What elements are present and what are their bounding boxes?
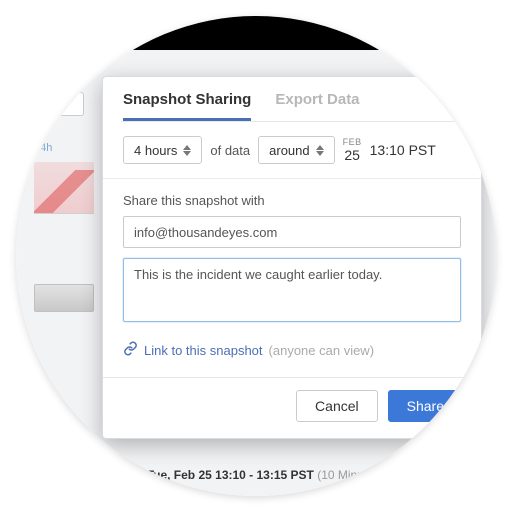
tab-snapshot-sharing[interactable]: Snapshot Sharing bbox=[123, 91, 251, 121]
link-visibility-hint: (anyone can view) bbox=[269, 343, 375, 358]
share-button[interactable]: Share bbox=[388, 390, 463, 422]
section-divider bbox=[103, 178, 481, 179]
duration-select[interactable]: 4 hours bbox=[123, 136, 202, 164]
window-minimize-icon[interactable] bbox=[448, 27, 460, 39]
of-data-text: of data bbox=[210, 143, 250, 158]
cancel-button[interactable]: Cancel bbox=[296, 390, 378, 422]
share-with-label: Share this snapshot with bbox=[123, 193, 461, 208]
date-cell: FEB 25 bbox=[343, 138, 362, 162]
position-select[interactable]: around bbox=[258, 136, 334, 164]
tab-export-data[interactable]: Export Data bbox=[275, 91, 359, 121]
share-link-row: Link to this snapshot (anyone can view) bbox=[123, 341, 461, 359]
tab-divider bbox=[121, 121, 463, 122]
time-selection-row: 4 hours of data around FEB 25 13:10 PST bbox=[123, 136, 461, 164]
modal-footer: Cancel Share bbox=[103, 377, 481, 438]
window-close-icon[interactable] bbox=[428, 27, 440, 39]
window-zoom-icon[interactable] bbox=[468, 27, 480, 39]
metric-select[interactable]: Loss bbox=[34, 92, 84, 116]
modal-tabs: Snapshot Sharing Export Data bbox=[103, 77, 481, 121]
link-icon bbox=[123, 341, 138, 359]
share-email-input[interactable] bbox=[123, 216, 461, 248]
share-message-input[interactable]: This is the incident we caught earlier t… bbox=[123, 258, 461, 322]
sparkline-chart bbox=[34, 162, 94, 214]
window-titlebar bbox=[16, 16, 496, 50]
timeline-thumb bbox=[34, 284, 94, 312]
stepper-icon bbox=[183, 145, 195, 156]
stepper-icon bbox=[316, 145, 328, 156]
snapshot-sharing-modal: × Snapshot Sharing Export Data 4 hours o… bbox=[102, 76, 482, 439]
time-text: 13:10 PST bbox=[370, 142, 436, 158]
data-range-footer: ta from Tue, Feb 25 13:10 - 13:15 PST (1… bbox=[106, 468, 408, 482]
link-to-snapshot[interactable]: Link to this snapshot bbox=[144, 343, 263, 358]
close-icon[interactable]: × bbox=[458, 87, 469, 105]
